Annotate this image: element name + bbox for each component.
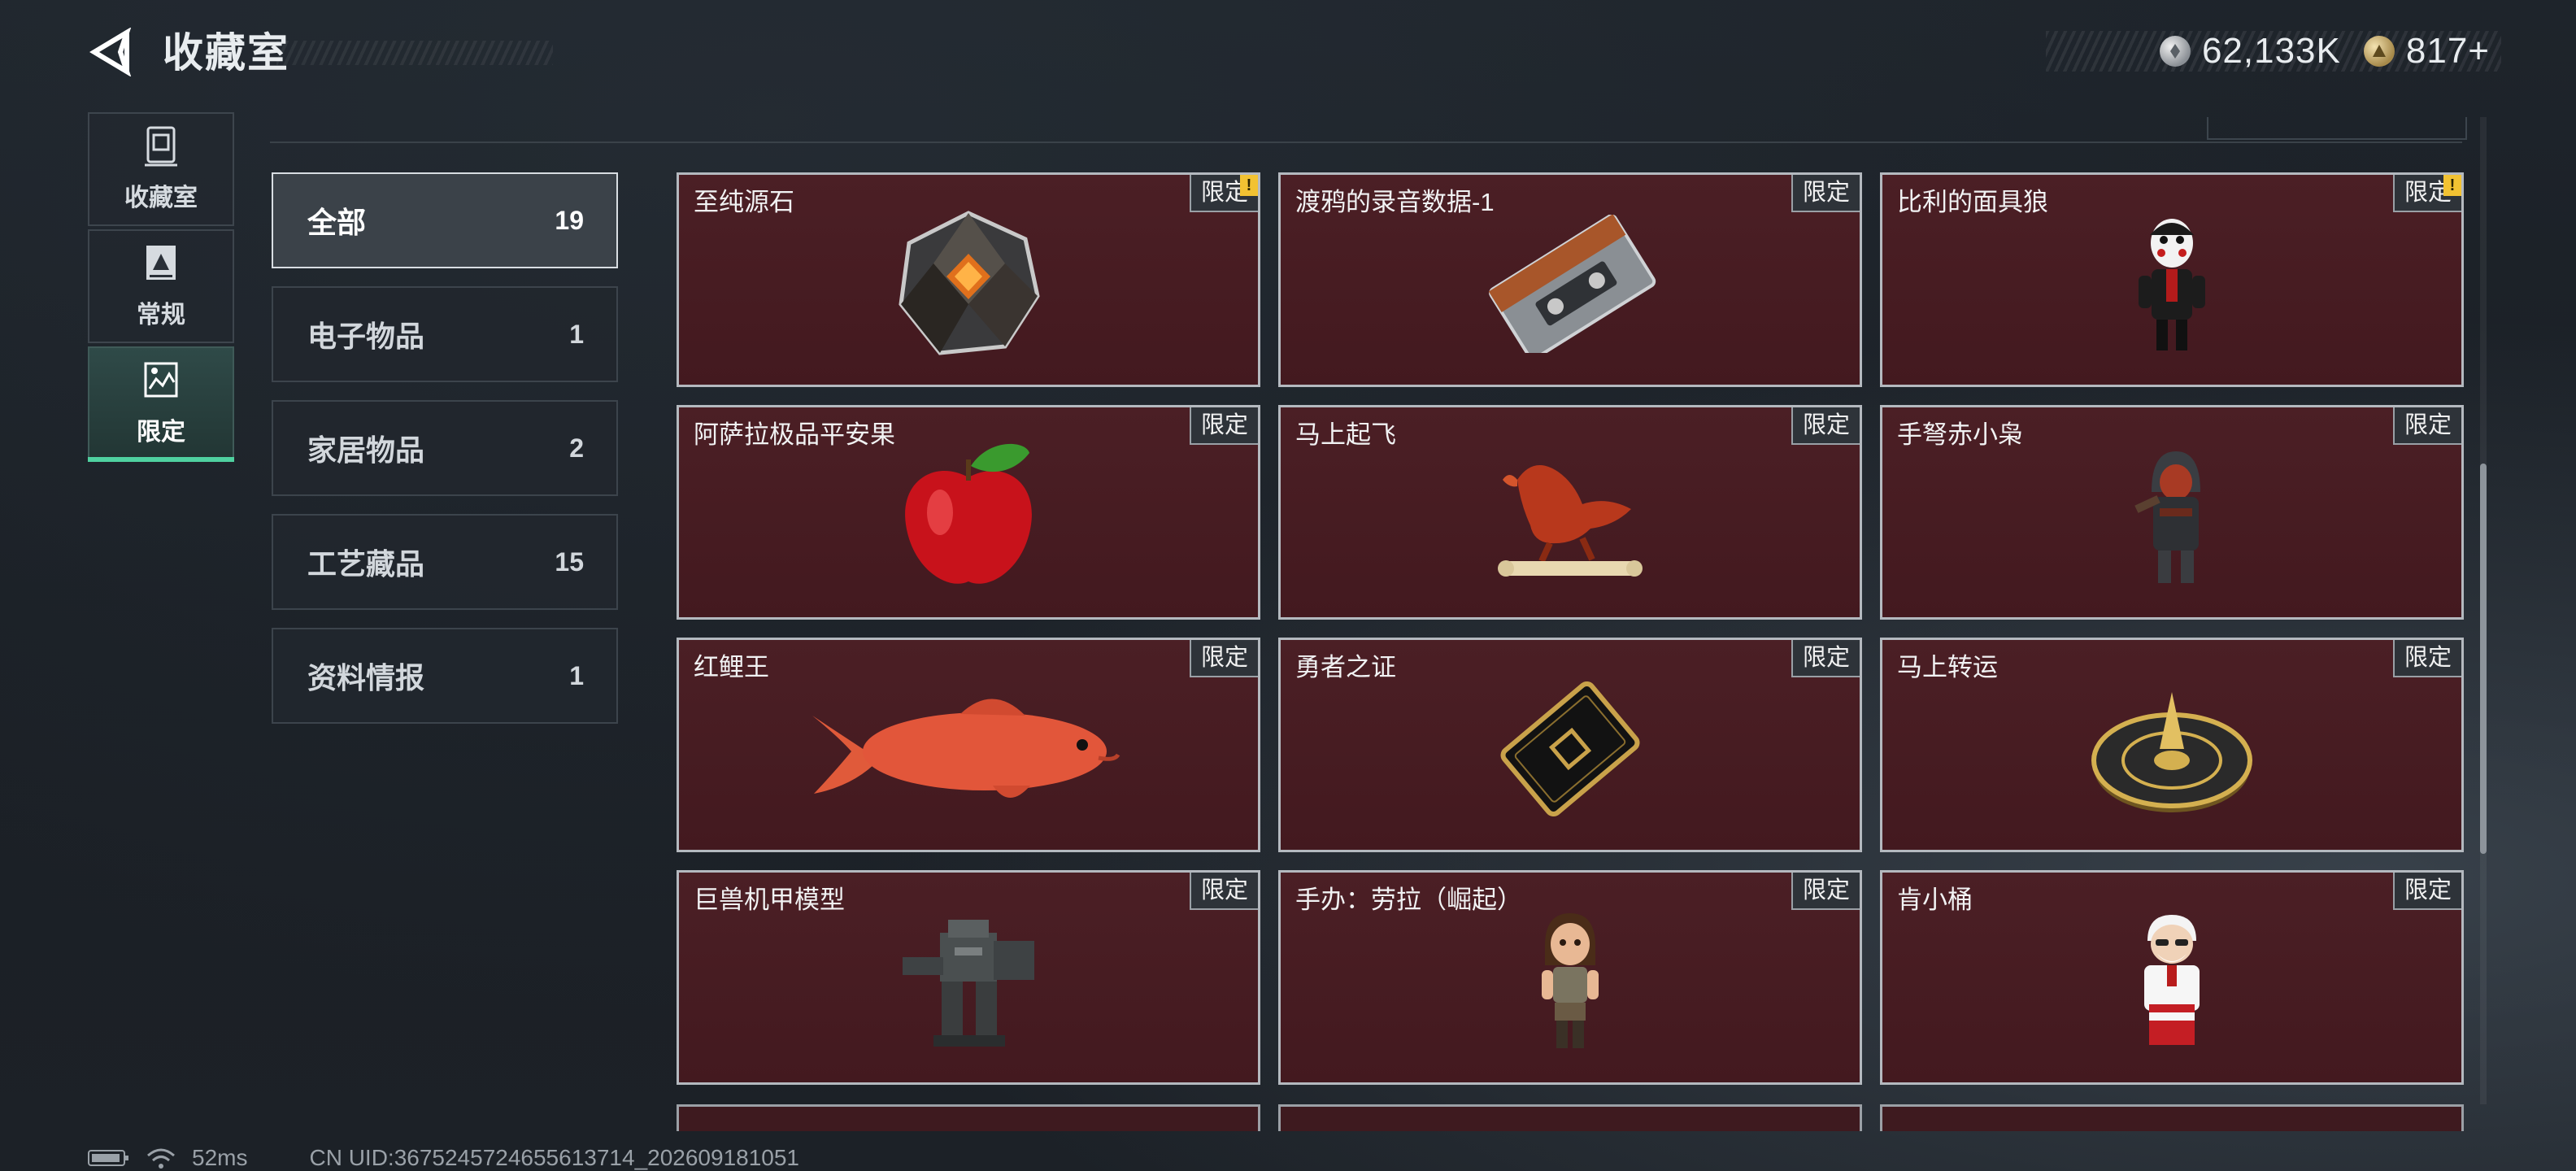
gold-coin-icon — [2363, 36, 2395, 67]
category-count: 2 — [569, 433, 584, 463]
item-name: 手办：劳拉（崛起） — [1295, 886, 1522, 914]
compass-disc-icon — [2091, 692, 2252, 813]
back-arrow-icon — [89, 27, 132, 77]
item-card[interactable]: 至纯源石 限定 ! — [677, 172, 1260, 387]
horse-sculpture-icon — [1498, 465, 1643, 577]
limited-badge: 限定 — [1791, 873, 1860, 910]
category-crafts[interactable]: 工艺藏品 15 — [272, 514, 618, 610]
category-count: 19 — [555, 205, 584, 235]
back-button[interactable] — [88, 27, 137, 77]
item-name: 马上转运 — [1897, 653, 1998, 681]
limited-badge: 限定 — [1791, 640, 1860, 677]
category-label: 资料情报 — [307, 661, 425, 694]
alert-icon: ! — [1240, 175, 1258, 196]
item-card[interactable]: 手办：劳拉（崛起） 限定 — [1278, 870, 1862, 1085]
item-card[interactable]: 渡鸦的录音数据-1 限定 — [1278, 172, 1862, 387]
limited-badge: 限定 — [2392, 873, 2461, 910]
category-household[interactable]: 家居物品 2 — [272, 400, 618, 496]
category-all[interactable]: 全部 19 — [272, 172, 618, 268]
item-card[interactable]: 马上转运 限定 — [1880, 638, 2464, 852]
puppet-figure-icon — [2139, 219, 2205, 351]
nav-label: 收藏室 — [124, 185, 198, 211]
apple-icon — [905, 444, 1032, 584]
limited-icon — [144, 362, 178, 398]
category-count: 15 — [555, 546, 584, 577]
currency-bar: 62,133K 817+ — [2046, 31, 2501, 72]
item-card-partial[interactable] — [677, 1104, 1260, 1131]
category-label: 家居物品 — [307, 433, 425, 467]
nav-item-limited[interactable]: 限定 — [88, 346, 234, 462]
nav-label: 限定 — [137, 419, 185, 446]
nav-label: 常规 — [137, 302, 185, 329]
item-card[interactable]: 红鲤王 限定 — [677, 638, 1260, 852]
item-card[interactable]: 马上起飞 限定 — [1278, 405, 1862, 620]
limited-badge: 限定 — [1791, 407, 1860, 445]
limited-badge: 限定 — [1791, 175, 1860, 212]
item-name: 红鲤王 — [694, 653, 769, 681]
card-icon — [1500, 681, 1640, 817]
item-card[interactable]: 肯小桶 限定 — [1880, 870, 2464, 1085]
wifi-icon — [147, 1148, 175, 1169]
status-bar: 52ms CN UID:3675245724655613714_20260918… — [88, 1145, 799, 1171]
limited-badge: 限定 — [1189, 640, 1258, 677]
category-list: 全部 19 电子物品 1 家居物品 2 工艺藏品 15 资料情报 1 — [272, 172, 618, 742]
item-name: 手弩赤小枭 — [1897, 420, 2023, 449]
category-label: 电子物品 — [307, 320, 425, 353]
nav-item-regular[interactable]: 常规 — [88, 229, 234, 343]
user-uid: CN UID:3675245724655613714_202609181051 — [309, 1145, 800, 1170]
alert-icon: ! — [2443, 175, 2461, 196]
limited-badge: 限定 — [1189, 873, 1258, 910]
page-title: 收藏室 — [163, 24, 553, 81]
item-name: 阿萨拉极品平安果 — [694, 420, 895, 449]
item-card-partial[interactable] — [1880, 1104, 2464, 1131]
next-row-preview — [677, 1104, 2464, 1131]
cassette-icon — [1488, 215, 1656, 354]
item-card[interactable]: 勇者之证 限定 — [1278, 638, 1862, 852]
category-intel[interactable]: 资料情报 1 — [272, 628, 618, 724]
top-sliver — [2207, 117, 2467, 140]
item-card[interactable]: 比利的面具狼 限定 ! — [1880, 172, 2464, 387]
mech-icon — [903, 920, 1034, 1047]
category-electronics[interactable]: 电子物品 1 — [272, 286, 618, 382]
battery-icon — [88, 1150, 128, 1166]
category-label: 全部 — [307, 206, 367, 239]
side-nav: 收藏室 常规 限定 — [88, 112, 237, 464]
nav-item-showcase[interactable]: 收藏室 — [88, 112, 234, 226]
item-name: 勇者之证 — [1295, 653, 1396, 681]
ping-value: 52ms — [192, 1145, 248, 1170]
colonel-figure-icon — [2144, 915, 2200, 1046]
silver-coin-icon — [2159, 36, 2191, 67]
item-name: 马上起飞 — [1295, 420, 1396, 449]
carp-icon — [812, 699, 1120, 799]
silver-currency-value: 62,133K — [2201, 31, 2341, 71]
item-name: 肯小桶 — [1897, 886, 1973, 914]
item-name: 渡鸦的录音数据-1 — [1295, 188, 1495, 216]
item-card[interactable]: 阿萨拉极品平安果 限定 — [677, 405, 1260, 620]
hooded-figure-icon — [2134, 451, 2200, 584]
item-card[interactable]: 巨兽机甲模型 限定 — [677, 870, 1260, 1085]
showcase-icon — [145, 126, 177, 167]
item-name: 巨兽机甲模型 — [694, 886, 845, 914]
item-name: 比利的面具狼 — [1897, 188, 2048, 216]
top-divider — [270, 141, 2462, 143]
category-count: 1 — [569, 660, 584, 690]
lara-figure-icon — [1542, 913, 1599, 1049]
regular-icon — [146, 246, 176, 280]
limited-badge: 限定 — [2392, 407, 2461, 445]
gold-currency-value: 817+ — [2405, 31, 2490, 71]
item-name: 至纯源石 — [694, 188, 794, 216]
limited-badge: 限定 — [1189, 407, 1258, 445]
item-card-partial[interactable] — [1278, 1104, 1862, 1131]
category-label: 工艺藏品 — [307, 547, 425, 581]
limited-badge: 限定 — [2392, 640, 2461, 677]
item-grid: 至纯源石 限定 ! 渡鸦的录音数据-1 限定 比利的面具狼 限定 ! 阿萨拉极品… — [677, 172, 2464, 1085]
item-card[interactable]: 手弩赤小枭 限定 — [1880, 405, 2464, 620]
category-count: 1 — [569, 319, 584, 349]
scrollbar-thumb[interactable] — [2480, 464, 2487, 854]
crystal-icon — [899, 211, 1040, 355]
